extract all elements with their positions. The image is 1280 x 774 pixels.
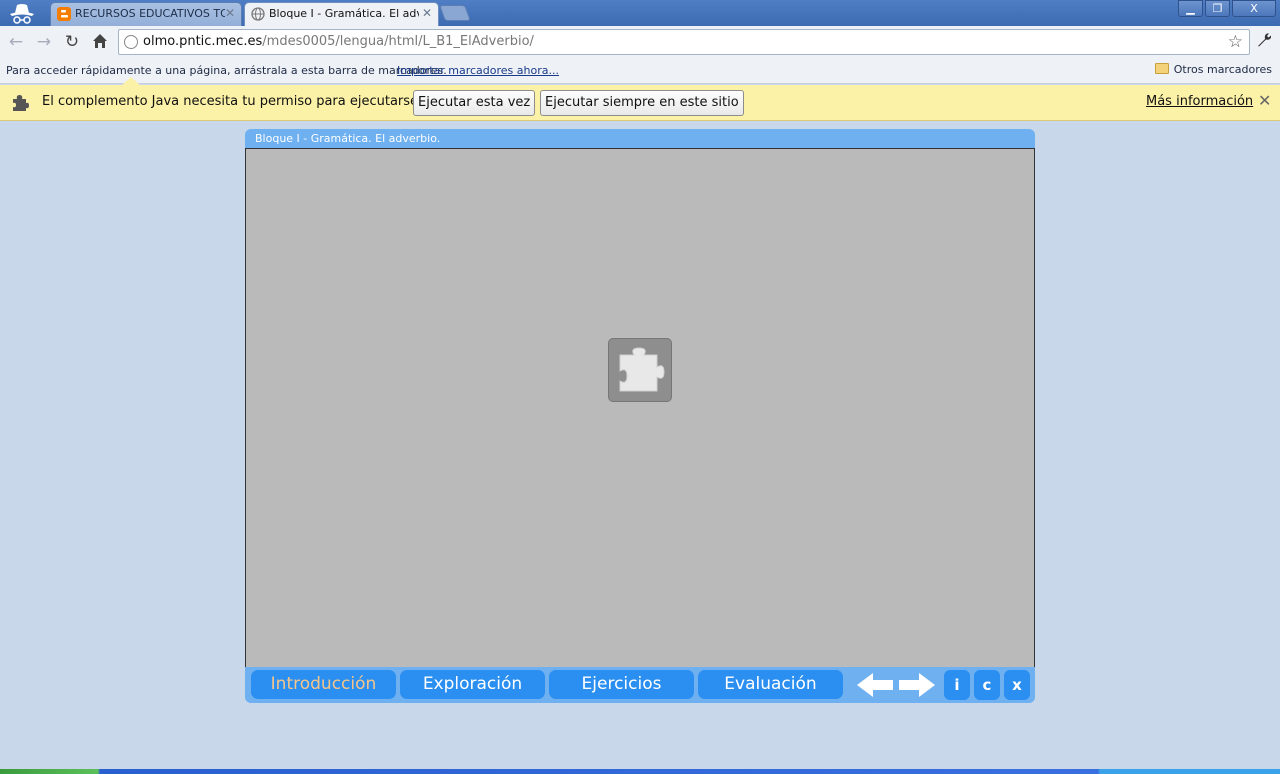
puzzle-piece-icon xyxy=(619,347,665,392)
os-taskbar xyxy=(0,769,1280,774)
browser-toolbar: ← → ↻ olmo.pntic.mec.es/mdes0005/lengua/… xyxy=(0,26,1280,58)
tab-exploracion[interactable]: Exploración xyxy=(400,670,545,699)
tab-introduccion[interactable]: Introducción xyxy=(251,670,396,699)
blocked-plugin-area[interactable] xyxy=(245,148,1035,668)
new-tab-button[interactable] xyxy=(439,5,471,21)
close-window-button[interactable]: X xyxy=(1232,0,1276,17)
import-bookmarks-link[interactable]: Importar marcadores ahora... xyxy=(397,64,559,77)
module-navigation: Introducción Exploración Ejercicios Eval… xyxy=(245,667,1035,703)
page-icon xyxy=(124,35,138,49)
tab-bloque-i[interactable]: Bloque I - Gramática. El adve ✕ xyxy=(244,2,439,27)
back-icon[interactable]: ← xyxy=(5,32,27,52)
java-permission-infobar: El complemento Java necesita tu permiso … xyxy=(0,77,1280,121)
tab-title: RECURSOS EDUCATIVOS TOM xyxy=(75,7,225,20)
blocked-plugin-placeholder[interactable] xyxy=(608,338,672,402)
infobar-message: El complemento Java necesita tu permiso … xyxy=(42,94,423,109)
run-once-button[interactable]: Ejecutar esta vez xyxy=(413,90,536,116)
url-text: olmo.pntic.mec.es/mdes0005/lengua/html/L… xyxy=(143,34,534,49)
bookmark-star-icon[interactable]: ☆ xyxy=(1228,32,1243,52)
address-bar[interactable]: olmo.pntic.mec.es/mdes0005/lengua/html/L… xyxy=(118,29,1250,55)
previous-arrow-icon[interactable] xyxy=(855,671,895,699)
tab-title: Bloque I - Gramática. El adve xyxy=(269,7,419,20)
wrench-menu-icon[interactable] xyxy=(1254,31,1274,51)
infobar-pointer xyxy=(122,77,140,85)
bookmarks-hint: Para acceder rápidamente a una página, a… xyxy=(6,64,447,77)
bookmarks-bar: Para acceder rápidamente a una página, a… xyxy=(0,58,1280,84)
minimize-button[interactable]: ▁ xyxy=(1178,0,1203,17)
incognito-icon xyxy=(10,4,34,24)
title-bar: RECURSOS EDUCATIVOS TOM ✕ Bloque I - Gra… xyxy=(0,0,1280,27)
run-always-button[interactable]: Ejecutar siempre en este sitio xyxy=(540,90,744,116)
next-arrow-icon[interactable] xyxy=(897,671,937,699)
tab-recursos-educativos[interactable]: RECURSOS EDUCATIVOS TOM ✕ xyxy=(50,2,242,26)
more-info-link[interactable]: Más información xyxy=(1146,94,1253,109)
exit-button[interactable]: x xyxy=(1004,670,1030,700)
reload-icon[interactable]: ↻ xyxy=(61,32,83,52)
info-button[interactable]: i xyxy=(944,670,970,700)
globe-icon xyxy=(251,7,265,21)
credits-button[interactable]: c xyxy=(974,670,1000,700)
content-header: Bloque I - Gramática. El adverbio. xyxy=(245,129,1035,149)
tab-close-icon[interactable]: ✕ xyxy=(225,3,235,24)
folder-icon xyxy=(1154,63,1169,74)
home-icon[interactable] xyxy=(89,32,111,52)
tab-ejercicios[interactable]: Ejercicios xyxy=(549,670,694,699)
tab-close-icon[interactable]: ✕ xyxy=(422,3,432,24)
tab-evaluacion[interactable]: Evaluación xyxy=(698,670,843,699)
other-bookmarks-button[interactable]: Otros marcadores xyxy=(1154,63,1272,76)
maximize-button[interactable]: ❐ xyxy=(1205,0,1230,17)
page-title: Bloque I - Gramática. El adverbio. xyxy=(255,132,441,145)
plugin-icon xyxy=(13,95,29,111)
forward-icon[interactable]: → xyxy=(33,32,55,52)
infobar-close-icon[interactable]: ✕ xyxy=(1258,91,1271,110)
window-controls: ▁ ❐ X xyxy=(1178,0,1276,18)
blogger-icon xyxy=(57,7,71,21)
